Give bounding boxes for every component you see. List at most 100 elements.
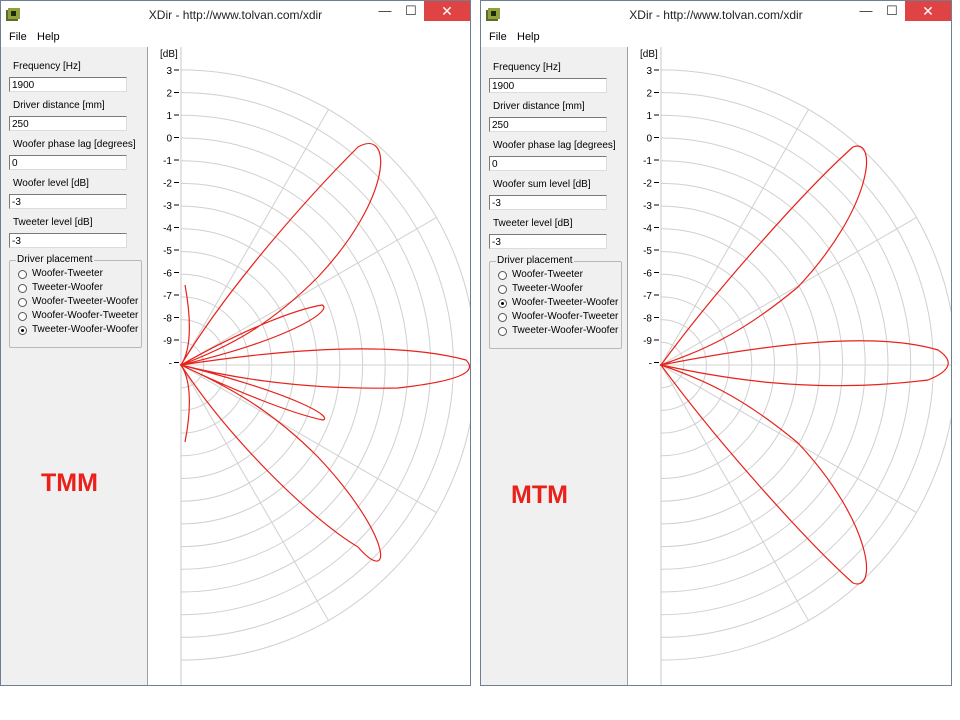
polar-plot-svg: [dB] 3 2 1 0 -1 -2 -3 -4 -5 -6 -7 -8 -9 - [160, 47, 470, 685]
db-tick-label: 3 [646, 66, 652, 77]
driver-distance-label: Driver distance [mm] [493, 101, 585, 112]
frequency-input[interactable]: 1900 [489, 78, 607, 93]
radio-button[interactable] [498, 299, 507, 308]
xdir-window-mtm: XDir - http://www.tolvan.com/xdir — ☐ ✕ … [480, 0, 952, 686]
close-button[interactable]: ✕ [424, 1, 470, 21]
db-scale: [dB] 3 2 1 0 -1 -2 -3 -4 -5 -6 -7 -8 -9 - [160, 49, 179, 370]
db-tick-label: -7 [163, 291, 172, 302]
db-tick-label: -6 [643, 269, 652, 280]
radio-button[interactable] [498, 285, 507, 294]
title-bar[interactable]: XDir - http://www.tolvan.com/xdir — ☐ ✕ [1, 1, 470, 30]
radio-button[interactable] [498, 271, 507, 280]
radio-button[interactable] [18, 270, 27, 279]
db-tick-label: -5 [163, 246, 172, 257]
db-tick-label: 0 [646, 134, 652, 145]
title-bar[interactable]: XDir - http://www.tolvan.com/xdir — ☐ ✕ [481, 1, 951, 30]
driver-distance-input[interactable]: 250 [9, 116, 127, 131]
radio-button[interactable] [498, 327, 507, 336]
polar-grid [180, 47, 470, 685]
driver-placement-group: Driver placement Woofer-Tweeter Tweeter-… [9, 254, 142, 348]
woofer-phase-label: Woofer phase lag [degrees] [13, 139, 136, 150]
db-tick-label: -1 [643, 156, 652, 167]
radio-button[interactable] [18, 284, 27, 293]
db-tick-label: -5 [643, 246, 652, 257]
db-tick-label: -9 [163, 336, 172, 347]
minimize-button[interactable]: — [372, 1, 398, 21]
db-tick-label: -3 [643, 201, 652, 212]
radio-label: Tweeter-Woofer [32, 282, 103, 293]
db-tick-label: 0 [166, 134, 172, 145]
menu-bar: File Help [1, 29, 470, 47]
tweeter-level-label: Tweeter level [dB] [493, 218, 573, 229]
db-tick-label: -8 [643, 314, 652, 325]
grid-spoke [660, 364, 917, 513]
radio-label: Woofer-Tweeter-Woofer [512, 297, 619, 308]
grid-spoke [660, 109, 809, 366]
woofer-level-label: Woofer level [dB] [13, 178, 89, 189]
radio-button[interactable] [18, 312, 27, 321]
radio-label: Tweeter-Woofer-Woofer [32, 324, 139, 335]
db-tick-label: 2 [646, 89, 652, 100]
maximize-button[interactable]: ☐ [879, 1, 905, 21]
tweeter-level-label: Tweeter level [dB] [13, 217, 93, 228]
db-unit-label: [dB] [640, 49, 658, 60]
minimize-button[interactable]: — [853, 1, 879, 21]
db-tick-label: 2 [166, 89, 172, 100]
woofer-level-input[interactable]: -3 [9, 194, 127, 209]
frequency-input[interactable]: 1900 [9, 77, 127, 92]
woofer-phase-label: Woofer phase lag [degrees] [493, 140, 616, 151]
woofer-phase-input[interactable]: 0 [9, 155, 127, 170]
db-tick-label: -6 [163, 269, 172, 280]
radio-button[interactable] [498, 313, 507, 322]
db-tick-label: -2 [643, 179, 652, 190]
radio-label: Tweeter-Woofer-Woofer [512, 325, 619, 336]
radio-label: Woofer-Woofer-Tweeter [512, 311, 619, 322]
radio-button[interactable] [18, 326, 27, 335]
frequency-label: Frequency [Hz] [493, 62, 561, 73]
db-tick-label: -1 [163, 156, 172, 167]
radio-label: Tweeter-Woofer [512, 283, 583, 294]
driver-placement-legend: Driver placement [16, 254, 94, 265]
db-tick-label: -7 [643, 291, 652, 302]
polar-plot: [dB] 3 2 1 0 -1 -2 -3 -4 -5 -6 -7 -8 -9 - [628, 47, 951, 685]
overlay-label-tmm: TMM [41, 469, 98, 497]
grid-spoke [660, 364, 809, 621]
polar-plot-svg: [dB] 3 2 1 0 -1 -2 -3 -4 -5 -6 -7 -8 -9 - [640, 47, 951, 685]
grid-spoke [180, 109, 329, 366]
woofer-sum-level-input[interactable]: -3 [489, 195, 607, 210]
menu-bar: File Help [481, 29, 951, 47]
radio-label: Woofer-Woofer-Tweeter [32, 310, 139, 321]
close-button[interactable]: ✕ [905, 1, 951, 21]
polar-plot: [dB] 3 2 1 0 -1 -2 -3 -4 -5 -6 -7 -8 -9 - [148, 47, 470, 685]
radio-label: Woofer-Tweeter [32, 268, 103, 279]
db-tick-label: 1 [646, 111, 652, 122]
maximize-button[interactable]: ☐ [398, 1, 424, 21]
db-tick-label: -9 [643, 336, 652, 347]
driver-placement-group: Driver placement Woofer-Tweeter Tweeter-… [489, 255, 622, 349]
menu-help[interactable]: Help [517, 31, 540, 43]
woofer-phase-input[interactable]: 0 [489, 156, 607, 171]
radio-label: Woofer-Tweeter-Woofer [32, 296, 139, 307]
driver-distance-input[interactable]: 250 [489, 117, 607, 132]
settings-panel: Frequency [Hz] 1900 Driver distance [mm]… [1, 47, 148, 685]
xdir-window-tmm: XDir - http://www.tolvan.com/xdir — ☐ ✕ … [0, 0, 471, 686]
grid-spoke [180, 364, 437, 513]
db-tick-label: -8 [163, 314, 172, 325]
woofer-sum-level-label: Woofer sum level [dB] [493, 179, 591, 190]
grid-spoke [180, 217, 437, 366]
driver-placement-legend: Driver placement [496, 255, 574, 266]
menu-help[interactable]: Help [37, 31, 60, 43]
db-tick-label: 1 [166, 111, 172, 122]
db-tick-label: -4 [643, 224, 652, 235]
tweeter-level-input[interactable]: -3 [9, 233, 127, 248]
db-unit-label: [dB] [160, 49, 178, 60]
menu-file[interactable]: File [9, 31, 27, 43]
settings-panel: Frequency [Hz] 1900 Driver distance [mm]… [481, 47, 628, 685]
tweeter-level-input[interactable]: -3 [489, 234, 607, 249]
db-tick-label: -3 [163, 201, 172, 212]
frequency-label: Frequency [Hz] [13, 61, 81, 72]
menu-file[interactable]: File [489, 31, 507, 43]
radio-button[interactable] [18, 298, 27, 307]
grid-spoke [660, 217, 917, 366]
db-tick-label: -2 [163, 179, 172, 190]
